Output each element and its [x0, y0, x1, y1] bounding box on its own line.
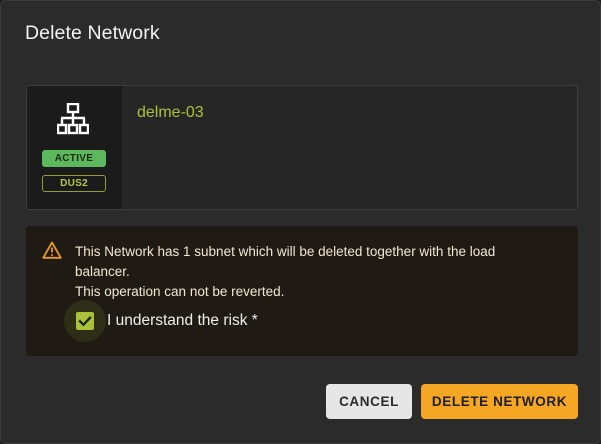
understand-risk-checkbox-container[interactable]	[64, 300, 106, 342]
warning-line-2: This operation can not be reverted.	[75, 284, 285, 299]
checkmark-icon	[78, 316, 92, 327]
network-icon	[57, 103, 89, 135]
warning-line-1: This Network has 1 subnet which will be …	[75, 244, 496, 279]
warning-triangle-icon	[42, 241, 62, 259]
delete-network-dialog: Delete Network ACTIVE DUS2 delme-03 This…	[0, 0, 601, 444]
delete-network-button[interactable]: DELETE NETWORK	[421, 384, 578, 419]
understand-risk-label[interactable]: I understand the risk *	[107, 312, 258, 330]
network-card: ACTIVE DUS2 delme-03	[26, 85, 578, 210]
cancel-button[interactable]: CANCEL	[326, 384, 412, 419]
warning-message: This Network has 1 subnet which will be …	[75, 242, 545, 302]
network-name: delme-03	[137, 104, 204, 121]
required-marker: *	[251, 312, 258, 329]
status-badge: ACTIVE	[42, 150, 106, 167]
understand-risk-text: I understand the risk	[107, 312, 248, 329]
region-badge: DUS2	[42, 175, 106, 192]
understand-risk-checkbox[interactable]	[76, 312, 94, 330]
dialog-title: Delete Network	[25, 22, 160, 44]
network-card-sidebar: ACTIVE DUS2	[27, 86, 122, 209]
warning-box: This Network has 1 subnet which will be …	[26, 226, 578, 356]
